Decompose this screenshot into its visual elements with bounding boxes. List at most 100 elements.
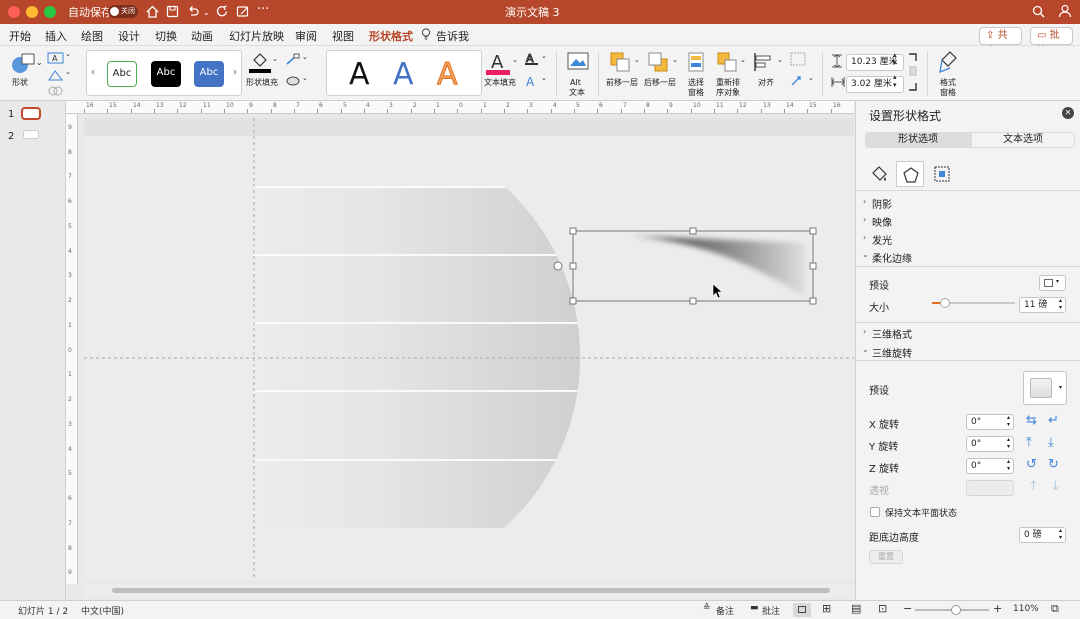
text-outline-icon[interactable]: A — [524, 52, 540, 66]
slide-editor-canvas[interactable] — [84, 118, 854, 580]
shape-dropdown-icon[interactable]: ⌄ — [36, 58, 43, 67]
soft-preset-dropdown[interactable]: ▾ — [1039, 275, 1066, 291]
tab-view[interactable]: 视图 — [332, 28, 354, 44]
text-box-dropdown-icon[interactable]: ⌄ — [65, 50, 71, 58]
rotate-z-ccw-icon[interactable]: ↺ — [1026, 458, 1037, 472]
slide-thumbnail-1[interactable] — [21, 107, 41, 120]
shape-insert-icon[interactable] — [10, 52, 36, 74]
redo-icon[interactable] — [216, 5, 229, 18]
stepper-icon[interactable]: ▴ ▾ — [1059, 297, 1062, 311]
tab-design[interactable]: 设计 — [118, 28, 140, 44]
fit-to-window-icon[interactable]: ⧉ — [1051, 602, 1059, 616]
reorder-objects-icon[interactable] — [716, 51, 738, 73]
slideshow-icon[interactable]: ⊡ — [878, 602, 887, 615]
tab-text-options[interactable]: 文本选项 — [971, 132, 1075, 148]
rotate-y-up-icon[interactable]: ⤒ — [1026, 436, 1032, 450]
scrollbar-thumb[interactable] — [112, 588, 830, 593]
horizontal-scrollbar[interactable] — [84, 584, 854, 598]
section-3d-format[interactable]: › 三维格式 — [856, 324, 1080, 341]
text-effects-dropdown-icon[interactable]: ⌄ — [541, 74, 547, 82]
tab-shape-format[interactable]: 形状格式 — [369, 28, 413, 49]
language-indicator[interactable]: 中文(中国) — [81, 604, 124, 617]
autosave-toggle[interactable]: 关闭 — [108, 5, 138, 18]
edit-shape-icon[interactable] — [47, 69, 65, 82]
distance-input[interactable]: 0 磅 ▴ ▾ — [1019, 527, 1066, 543]
zoom-out-icon[interactable]: − — [903, 602, 912, 615]
undo-dropdown-icon[interactable]: ⌄ — [203, 6, 210, 20]
close-window-button[interactable] — [8, 6, 20, 18]
shape-outline-dropdown-icon[interactable]: ⌄ — [302, 53, 308, 61]
rotate-icon[interactable] — [790, 74, 806, 88]
more-icon[interactable]: ··· — [257, 3, 269, 17]
zoom-slider[interactable] — [915, 605, 989, 615]
stepper-icon[interactable]: ▴ ▾ — [1007, 458, 1010, 472]
rotate-x-left-icon[interactable]: ⇆ — [1026, 414, 1037, 428]
section-glow[interactable]: › 发光 — [856, 230, 1080, 247]
tell-me-search[interactable]: 告诉我 — [436, 28, 469, 44]
gallery-prev-icon[interactable]: ‹ — [91, 67, 95, 78]
shape-style-outline[interactable]: Abc — [107, 61, 137, 87]
shape-style-black[interactable]: Abc — [151, 61, 181, 87]
section-reflection[interactable]: › 映像 — [856, 212, 1080, 229]
rotate-x-right-icon[interactable]: ↵ — [1048, 414, 1059, 428]
text-fill-icon[interactable]: A — [486, 50, 510, 76]
paint-bucket-icon[interactable] — [249, 50, 271, 74]
tab-shape-options[interactable]: 形状选项 — [865, 132, 971, 148]
shape-fill-dropdown-icon[interactable]: ⌄ — [272, 55, 278, 63]
format-pane-icon[interactable] — [938, 50, 960, 74]
account-icon[interactable] — [1058, 4, 1072, 19]
section-3d-rotation[interactable]: ⌄ 三维旋转 — [856, 343, 1080, 360]
selection-pane-icon[interactable] — [686, 51, 706, 73]
shape-outline-icon[interactable] — [285, 53, 301, 66]
tab-insert[interactable]: 插入 — [45, 28, 67, 44]
text-fill-dropdown-icon[interactable]: ⌄ — [512, 56, 518, 64]
effects-tab[interactable] — [896, 161, 924, 187]
send-backward-dropdown-icon[interactable]: ⌄ — [672, 56, 678, 64]
shape-style-blue[interactable]: Abc — [194, 61, 224, 87]
home-icon[interactable] — [146, 5, 159, 18]
stepper-icon[interactable]: ▴ ▾ — [1059, 527, 1062, 541]
reading-view-icon[interactable]: ▤ — [851, 602, 861, 615]
bring-forward-icon[interactable] — [609, 51, 631, 73]
rotation-preset-dropdown[interactable]: ▾ — [1023, 371, 1067, 405]
reorder-dropdown-icon[interactable]: ⌄ — [740, 56, 746, 64]
close-panel-icon[interactable]: ✕ — [1062, 107, 1074, 119]
z-rotation-input[interactable]: 0° ▴ ▾ — [966, 458, 1014, 474]
shape-effects-icon[interactable] — [285, 74, 301, 87]
normal-view-button[interactable] — [793, 603, 811, 617]
alt-text-icon[interactable] — [567, 52, 589, 72]
align-icon[interactable] — [752, 51, 774, 73]
send-backward-icon[interactable] — [647, 51, 669, 73]
tab-slideshow[interactable]: 幻灯片放映 — [229, 28, 284, 44]
comments-button[interactable]: ▭ 批注 — [1030, 27, 1073, 57]
stepper-icon[interactable]: ▴ ▾ — [1007, 414, 1010, 428]
edit-icon[interactable] — [236, 5, 250, 18]
wordart-blue[interactable]: A — [393, 58, 414, 92]
keep-text-flat-checkbox[interactable] — [870, 507, 880, 517]
gallery-next-icon[interactable]: › — [233, 67, 237, 78]
y-rotation-input[interactable]: 0° ▴ ▾ — [966, 436, 1014, 452]
soft-size-input[interactable]: 11 磅 ▴ ▾ — [1019, 297, 1066, 313]
slide-sorter-icon[interactable]: ⊞ — [822, 602, 831, 615]
comments-status-button[interactable]: 批注 — [762, 604, 780, 617]
section-shadow[interactable]: › 阴影 — [856, 194, 1080, 211]
text-box-icon[interactable]: A — [47, 51, 65, 64]
tab-transitions[interactable]: 切换 — [155, 28, 177, 44]
zoom-in-icon[interactable]: + — [993, 602, 1002, 615]
share-button[interactable]: ⇪ 共享 — [979, 27, 1022, 57]
tab-animations[interactable]: 动画 — [191, 28, 213, 44]
width-stepper[interactable]: ▴ ▾ — [893, 73, 897, 89]
edit-shape-dropdown-icon[interactable]: ⌄ — [65, 68, 71, 76]
reset-button[interactable]: 重置 — [869, 550, 903, 564]
merge-shapes-icon[interactable] — [47, 85, 65, 97]
shape-effects-dropdown-icon[interactable]: ⌄ — [302, 74, 308, 82]
x-rotation-input[interactable]: 0° ▴ ▾ — [966, 414, 1014, 430]
wordart-orange[interactable]: A — [437, 57, 459, 92]
zoom-level[interactable]: 110% — [1013, 604, 1039, 614]
rotate-y-down-icon[interactable]: ⤓ — [1048, 436, 1054, 450]
save-icon[interactable] — [166, 5, 179, 18]
soft-size-slider[interactable] — [932, 298, 1015, 308]
bring-forward-dropdown-icon[interactable]: ⌄ — [634, 56, 640, 64]
align-dropdown-icon[interactable]: ⌄ — [777, 56, 783, 64]
wordart-black[interactable]: A — [349, 58, 370, 92]
